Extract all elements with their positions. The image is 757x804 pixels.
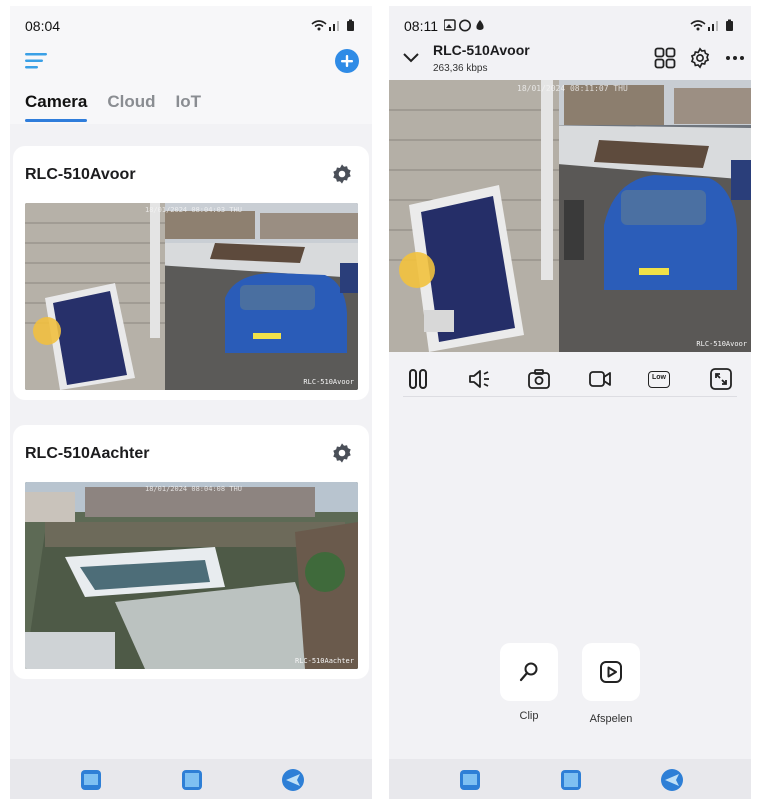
camera-timestamp-overlay: 18/01/2024 08:04:03 THU <box>145 206 242 214</box>
camera-name-overlay: RLC-510Aachter <box>294 657 354 665</box>
menu-icon[interactable] <box>25 52 49 70</box>
bitrate-readout: 263,36 kbps <box>433 63 488 74</box>
camera-name-overlay: RLC-510Avoor <box>696 340 747 348</box>
clip-button[interactable] <box>500 643 558 701</box>
home-icon[interactable] <box>179 767 205 793</box>
camera-card-front[interactable]: RLC-510Avoor 18/01/2024 08:04:03 THU RLC… <box>13 146 369 400</box>
pause-icon[interactable] <box>406 367 430 391</box>
tab-bar: Camera Cloud IoT <box>25 92 201 122</box>
chevron-down-icon[interactable] <box>402 52 420 64</box>
search-icon <box>519 662 538 682</box>
tab-cloud[interactable]: Cloud <box>107 92 155 122</box>
add-device-button[interactable] <box>335 49 359 73</box>
playback-label: Afspelen <box>589 713 633 725</box>
recent-apps-icon[interactable] <box>457 767 483 793</box>
system-navigation-bar <box>10 759 372 799</box>
camera-name-overlay: RLC-510Avoor <box>303 378 354 386</box>
snapshot-icon[interactable] <box>527 367 551 391</box>
tab-camera[interactable]: Camera <box>25 92 88 122</box>
notification-icons <box>444 19 484 32</box>
status-time: 08:11 <box>404 18 438 34</box>
camera-name: RLC-510Aachter <box>25 445 150 462</box>
back-icon[interactable] <box>659 767 685 793</box>
live-controls-bar: Low <box>389 352 751 402</box>
home-icon[interactable] <box>558 767 584 793</box>
live-view-screen: 08:11 RLC-510Avoor 263,36 kbps 18/01/202… <box>389 6 751 799</box>
camera-card-back[interactable]: RLC-510Aachter 18/01/2024 08:04:08 THU R… <box>13 425 369 679</box>
camera-settings-icon[interactable] <box>331 163 353 185</box>
camera-settings-icon[interactable] <box>331 442 353 464</box>
live-camera-name: RLC-510Avoor <box>433 42 530 58</box>
status-time: 08:04 <box>25 18 61 34</box>
camera-thumbnail[interactable]: 18/01/2024 08:04:08 THU RLC-510Aachter <box>25 482 358 669</box>
status-icons <box>690 19 733 31</box>
quality-label: Low <box>652 374 666 381</box>
camera-snapshot-image <box>25 203 358 390</box>
system-navigation-bar <box>389 759 751 799</box>
speaker-icon[interactable] <box>467 367 491 391</box>
camera-thumbnail[interactable]: 18/01/2024 08:04:03 THU RLC-510Avoor <box>25 203 358 390</box>
status-bar: 08:04 <box>10 6 372 44</box>
camera-name: RLC-510Avoor <box>25 166 136 183</box>
tab-iot[interactable]: IoT <box>176 92 202 122</box>
back-icon[interactable] <box>280 767 306 793</box>
status-bar: 08:11 <box>389 6 751 44</box>
controls-divider <box>403 396 737 397</box>
play-icon <box>600 661 622 683</box>
camera-list-screen: 08:04 Camera Cloud IoT RLC-510Avoor 18/0… <box>10 6 372 799</box>
live-video-image <box>389 80 751 352</box>
grid-view-icon[interactable] <box>654 47 676 69</box>
gear-icon[interactable] <box>689 47 711 69</box>
camera-snapshot-image <box>25 482 358 669</box>
clip-label: Clip <box>519 710 539 722</box>
more-options-icon[interactable] <box>724 47 746 69</box>
status-icons <box>311 19 354 31</box>
quality-low-icon[interactable]: Low <box>648 371 670 388</box>
camera-timestamp-overlay: 18/01/2024 08:04:08 THU <box>145 485 242 493</box>
recent-apps-icon[interactable] <box>78 767 104 793</box>
fullscreen-icon[interactable] <box>709 367 733 391</box>
camera-timestamp-overlay: 18/01/2024 08:11:07 THU <box>517 84 628 93</box>
playback-button[interactable] <box>582 643 640 701</box>
live-video-feed[interactable]: 18/01/2024 08:11:07 THU RLC-510Avoor <box>389 80 751 352</box>
record-icon[interactable] <box>588 367 612 391</box>
